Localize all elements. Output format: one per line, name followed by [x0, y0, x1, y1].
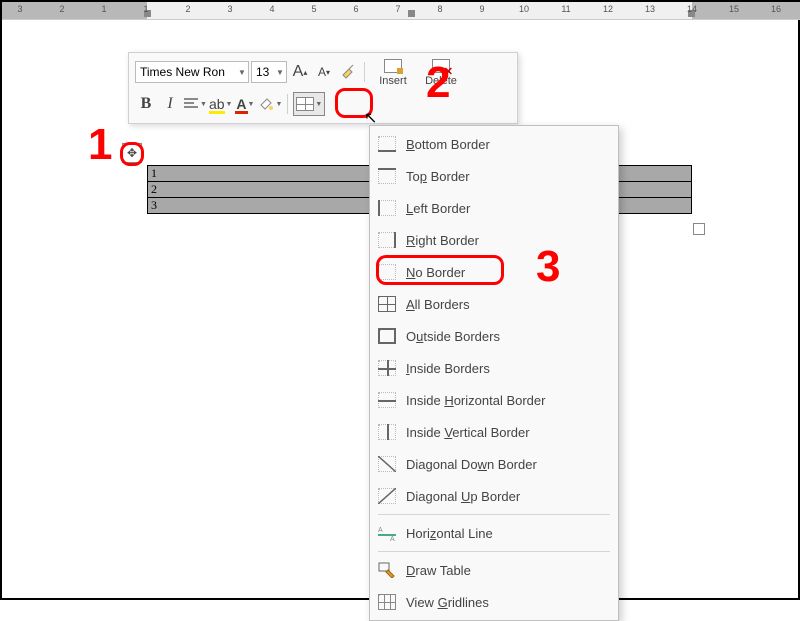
paintbrush-icon: [339, 63, 357, 81]
menu-item-inside-horizontal[interactable]: Inside Horizontal Border: [370, 384, 618, 416]
mini-toolbar: ▼ ▼ A▴ A▾ Insert Delete B I: [128, 52, 518, 124]
menu-item-all-borders[interactable]: All Borders: [370, 288, 618, 320]
annotation-2: 2: [426, 58, 450, 108]
all-borders-icon: [378, 296, 396, 312]
shrink-font-button[interactable]: A▾: [313, 60, 335, 84]
inside-v-icon: [378, 424, 396, 440]
borders-button[interactable]: ▼: [293, 92, 325, 116]
diag-down-icon: [378, 456, 396, 472]
font-name-combo[interactable]: ▼: [135, 61, 249, 83]
annotation-1: 1: [88, 120, 112, 170]
menu-item-right-border[interactable]: Right Border: [370, 224, 618, 256]
chevron-down-icon[interactable]: ▼: [236, 68, 248, 77]
highlight-button[interactable]: ab▼: [209, 92, 233, 116]
right-border-icon: [378, 232, 396, 248]
borders-dropdown-menu: Bottom Border Top Border Left Border Rig…: [369, 125, 619, 621]
left-border-icon: [378, 200, 396, 216]
align-button[interactable]: ▼: [183, 92, 207, 116]
menu-item-horizontal-line[interactable]: AA Horizontal Line: [370, 517, 618, 549]
diag-up-icon: [378, 488, 396, 504]
menu-item-diagonal-up[interactable]: Diagonal Up Border: [370, 480, 618, 512]
outside-borders-icon: [378, 328, 396, 344]
table-resize-handle[interactable]: [693, 223, 705, 235]
shading-button[interactable]: ▼: [258, 92, 282, 116]
inside-h-icon: [378, 392, 396, 408]
insert-table-icon: [384, 59, 402, 73]
annotation-box-1: [120, 142, 144, 166]
menu-item-bottom-border[interactable]: Bottom Border: [370, 128, 618, 160]
menu-item-draw-table[interactable]: Draw Table: [370, 554, 618, 586]
menu-item-outside-borders[interactable]: Outside Borders: [370, 320, 618, 352]
italic-button[interactable]: I: [159, 92, 181, 116]
font-size-input[interactable]: [252, 64, 274, 80]
menu-item-top-border[interactable]: Top Border: [370, 160, 618, 192]
menu-item-view-gridlines[interactable]: View Gridlines: [370, 586, 618, 618]
horizontal-ruler: /* ticks via JS below */ 321123456789101…: [2, 2, 800, 20]
menu-item-inside-vertical[interactable]: Inside Vertical Border: [370, 416, 618, 448]
top-border-icon: [378, 168, 396, 184]
insert-button[interactable]: Insert: [370, 57, 416, 87]
bottom-border-icon: [378, 136, 396, 152]
grow-font-button[interactable]: A▴: [289, 60, 311, 84]
menu-separator: [378, 514, 610, 515]
font-name-input[interactable]: [136, 64, 236, 80]
draw-table-icon: [378, 562, 396, 578]
annotation-box-2: [335, 88, 373, 118]
align-icon: [183, 97, 199, 111]
horiz-line-icon: AA: [378, 525, 396, 541]
svg-text:A: A: [390, 536, 395, 541]
font-color-button[interactable]: A▼: [234, 92, 256, 116]
borders-icon: [296, 97, 314, 111]
menu-item-left-border[interactable]: Left Border: [370, 192, 618, 224]
inside-borders-icon: [378, 360, 396, 376]
svg-text:A: A: [378, 527, 383, 534]
menu-item-diagonal-down[interactable]: Diagonal Down Border: [370, 448, 618, 480]
annotation-box-3: [376, 255, 504, 285]
annotation-3: 3: [536, 242, 560, 292]
chevron-down-icon[interactable]: ▼: [274, 68, 286, 77]
gridlines-icon: [378, 594, 396, 610]
document-area: ✥ 1 2 3 ▼ ▼ A▴ A▾ Insert: [2, 20, 798, 598]
bold-button[interactable]: B: [135, 92, 157, 116]
format-painter-button[interactable]: [337, 60, 359, 84]
font-size-combo[interactable]: ▼: [251, 61, 287, 83]
insert-label: Insert: [379, 75, 407, 87]
menu-item-inside-borders[interactable]: Inside Borders: [370, 352, 618, 384]
paint-bucket-icon: [258, 96, 274, 112]
menu-separator: [378, 551, 610, 552]
